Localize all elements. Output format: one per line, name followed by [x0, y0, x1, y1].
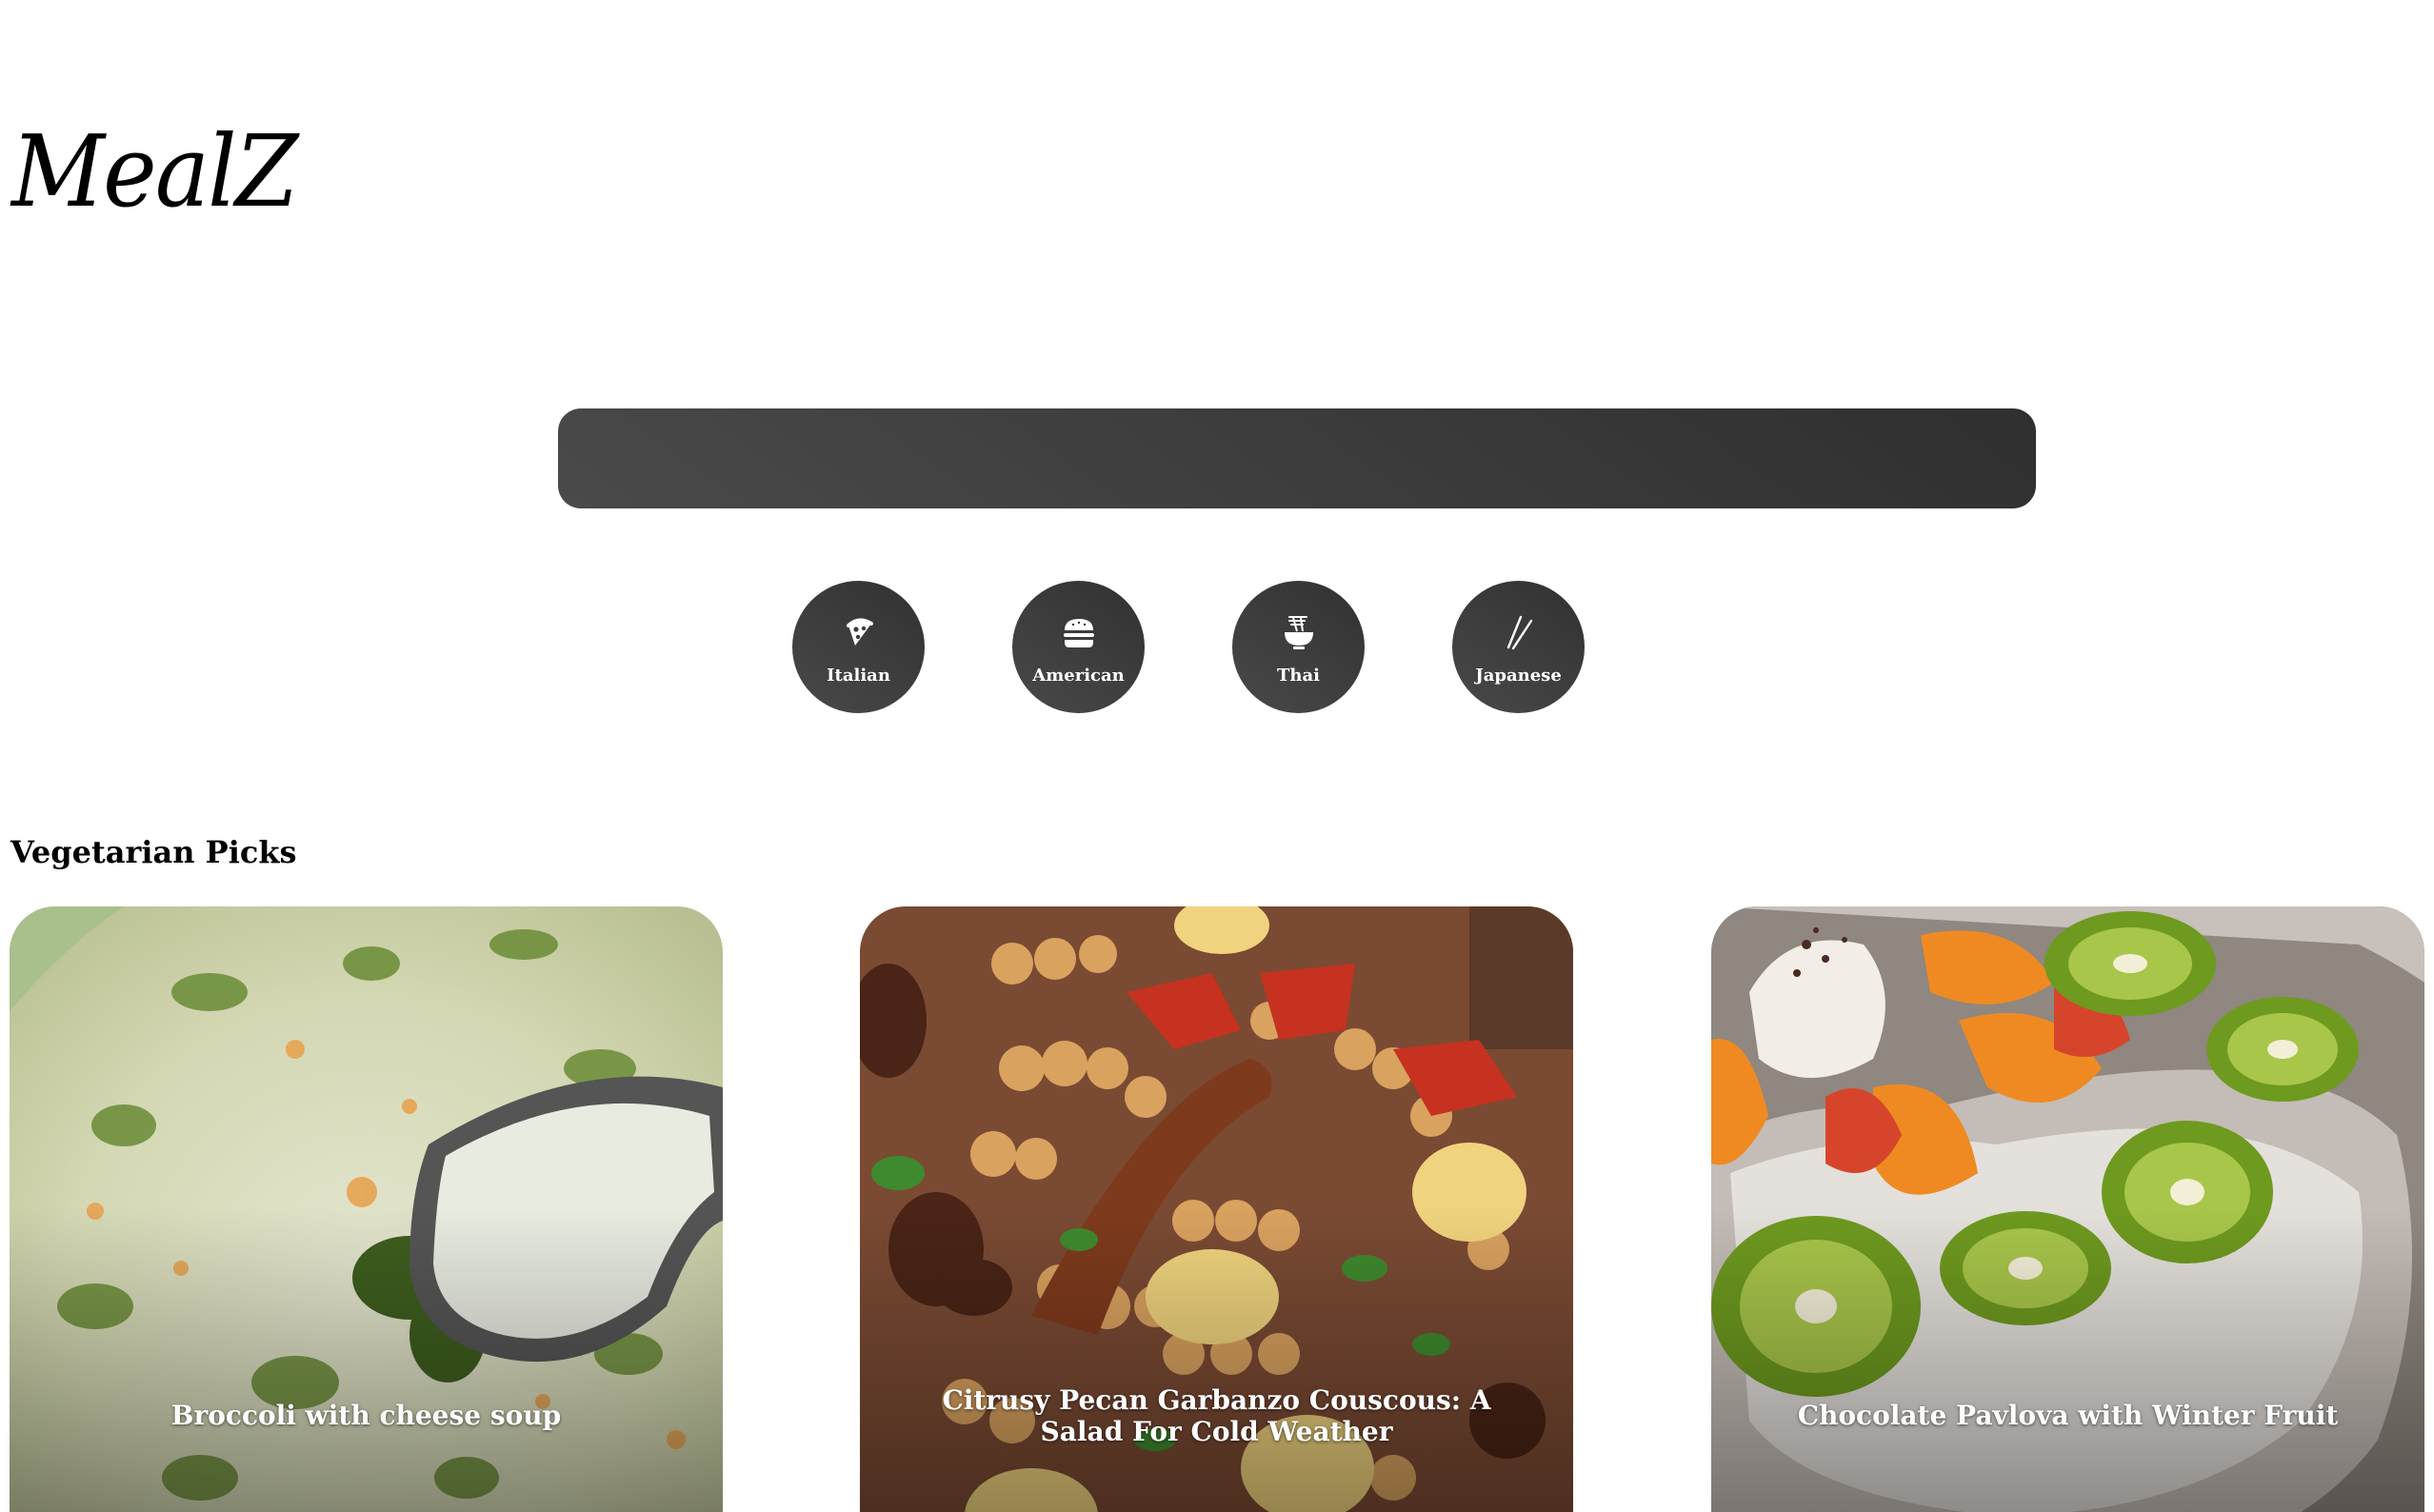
recipe-card[interactable]: Citrusy Pecan Garbanzo Couscous: A Salad…	[860, 906, 1573, 1512]
page: MealZ Italian American Thai Japanese Veg…	[0, 0, 2434, 1512]
cuisine-label: Japanese	[1475, 666, 1562, 686]
recipe-title: Chocolate Pavlova with Winter Fruit	[1797, 1400, 2339, 1431]
cuisine-list: Italian American Thai Japanese	[792, 581, 1649, 714]
cuisine-italian-button[interactable]: Italian	[792, 581, 925, 713]
cuisine-label: Italian	[827, 666, 890, 686]
recipe-card-list: Broccoli with cheese soup Citrusy Pecan …	[10, 906, 2434, 1512]
recipe-card[interactable]: Chocolate Pavlova with Winter Fruit	[1711, 906, 2424, 1512]
burger-icon	[1063, 619, 1094, 647]
noodle-bowl-icon	[1284, 616, 1313, 649]
recipe-title: Citrusy Pecan Garbanzo Couscous: A Salad…	[942, 1384, 1491, 1447]
chopsticks-icon	[1506, 615, 1532, 650]
recipe-title: Broccoli with cheese soup	[170, 1400, 562, 1431]
cuisine-japanese-button[interactable]: Japanese	[1452, 581, 1585, 713]
recipe-card[interactable]: Broccoli with cheese soup	[10, 906, 723, 1512]
app-logo[interactable]: MealZ	[11, 122, 298, 221]
pizza-icon	[846, 618, 873, 646]
cuisine-label: Thai	[1277, 666, 1320, 686]
cuisine-american-button[interactable]: American	[1012, 581, 1145, 713]
search-input[interactable]	[558, 408, 2036, 508]
section-title: Vegetarian Picks	[10, 834, 297, 870]
cuisine-thai-button[interactable]: Thai	[1232, 581, 1365, 713]
cuisine-label: American	[1032, 666, 1125, 686]
